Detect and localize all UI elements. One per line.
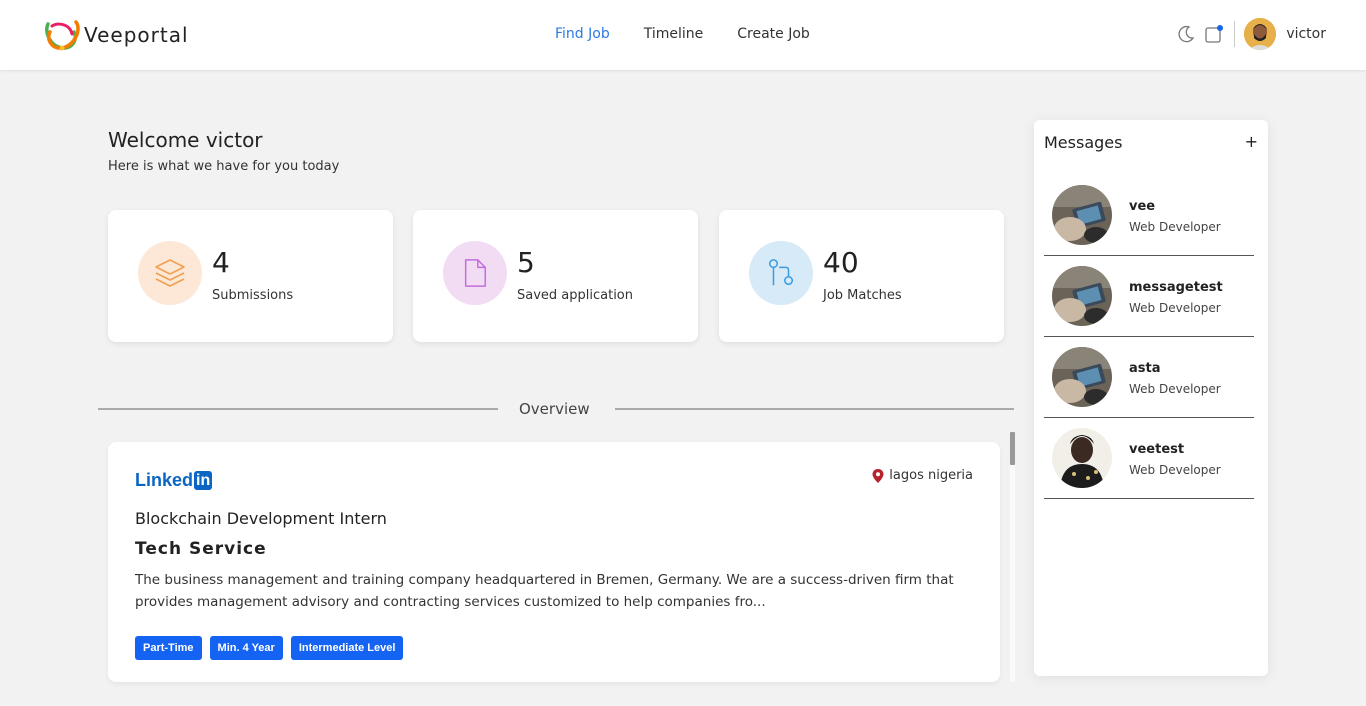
job-tags: Part-Time Min. 4 Year Intermediate Level: [135, 636, 411, 660]
job-list-scrollbar[interactable]: [1010, 432, 1015, 682]
stat-label: Job Matches: [823, 288, 902, 303]
job-card[interactable]: Linked in lagos nigeria Blockchain Develo…: [108, 442, 1000, 682]
job-description: The business management and training com…: [135, 572, 954, 610]
company-logo: Linked in: [135, 470, 213, 491]
veeportal-logo-icon: [45, 20, 80, 51]
message-avatar: [1052, 347, 1112, 407]
message-item[interactable]: vee Web Developer: [1044, 175, 1254, 256]
layers-icon: [138, 241, 202, 305]
job-company: Tech Service: [135, 539, 267, 559]
nav-find-job[interactable]: Find Job: [555, 26, 610, 42]
top-navbar: Veeportal Find Job Timeline Create Job v…: [0, 0, 1366, 70]
new-message-button[interactable]: +: [1245, 132, 1258, 151]
moon-icon[interactable]: [1176, 24, 1196, 44]
job-title[interactable]: Blockchain Development Intern: [135, 509, 387, 528]
message-sender-role: Web Developer: [1129, 301, 1221, 315]
stat-card-saved[interactable]: 5 Saved application: [413, 210, 698, 342]
tag-level[interactable]: Intermediate Level: [290, 636, 404, 660]
message-sender-role: Web Developer: [1129, 382, 1221, 396]
nav-timeline[interactable]: Timeline: [644, 26, 704, 42]
stat-value: 5: [517, 246, 535, 279]
stat-card-submissions[interactable]: 4 Submissions: [108, 210, 393, 342]
tag-experience[interactable]: Min. 4 Year: [209, 636, 283, 660]
company-logo-text: Linked: [135, 470, 194, 490]
message-avatar: [1052, 185, 1112, 245]
stat-label: Submissions: [212, 288, 294, 303]
overview-divider-left: [98, 408, 498, 410]
messages-panel: Messages + vee Web Developer messagetest…: [1034, 120, 1268, 676]
job-location: lagos nigeria: [872, 468, 973, 483]
message-sender-name: asta: [1129, 361, 1161, 376]
message-item[interactable]: veetest Web Developer: [1044, 418, 1254, 499]
brand-logo[interactable]: Veeportal: [42, 18, 189, 52]
messages-title: Messages: [1044, 133, 1123, 152]
message-item[interactable]: asta Web Developer: [1044, 337, 1254, 418]
user-avatar[interactable]: [1244, 18, 1277, 50]
message-sender-role: Web Developer: [1129, 220, 1221, 234]
nav-user-area: victor: [1168, 18, 1326, 50]
message-sender-role: Web Developer: [1129, 463, 1221, 477]
stat-card-matches[interactable]: 40 Job Matches: [719, 210, 1004, 342]
message-item[interactable]: messagetest Web Developer: [1044, 256, 1254, 337]
message-avatar: [1052, 266, 1112, 326]
linkedin-icon: in: [194, 471, 213, 490]
overview-title: Overview: [519, 400, 590, 418]
job-location-text: lagos nigeria: [889, 468, 973, 483]
message-sender-name: vee: [1129, 199, 1156, 214]
main-nav: Find Job Timeline Create Job: [555, 26, 844, 42]
overview-divider-right: [615, 408, 1014, 410]
stat-value: 4: [212, 246, 230, 279]
stat-label: Saved application: [517, 288, 634, 303]
message-sender-name: messagetest: [1129, 280, 1223, 295]
tag-job-type[interactable]: Part-Time: [135, 636, 202, 660]
page-subtitle: Here is what we have for you today: [108, 159, 340, 174]
nav-divider: [1234, 21, 1236, 47]
nav-create-job[interactable]: Create Job: [737, 26, 810, 42]
message-avatar: [1052, 428, 1112, 488]
message-sender-name: veetest: [1129, 442, 1185, 457]
scrollbar-thumb[interactable]: [1010, 432, 1015, 465]
stat-value: 40: [823, 246, 859, 279]
brand-name: Veeportal: [84, 23, 189, 47]
notification-icon[interactable]: [1204, 24, 1224, 44]
git-pull-icon: [749, 241, 813, 305]
file-icon: [443, 241, 507, 305]
location-pin-icon: [872, 468, 884, 483]
page-title: Welcome victor: [108, 128, 263, 152]
user-name[interactable]: victor: [1286, 26, 1326, 42]
